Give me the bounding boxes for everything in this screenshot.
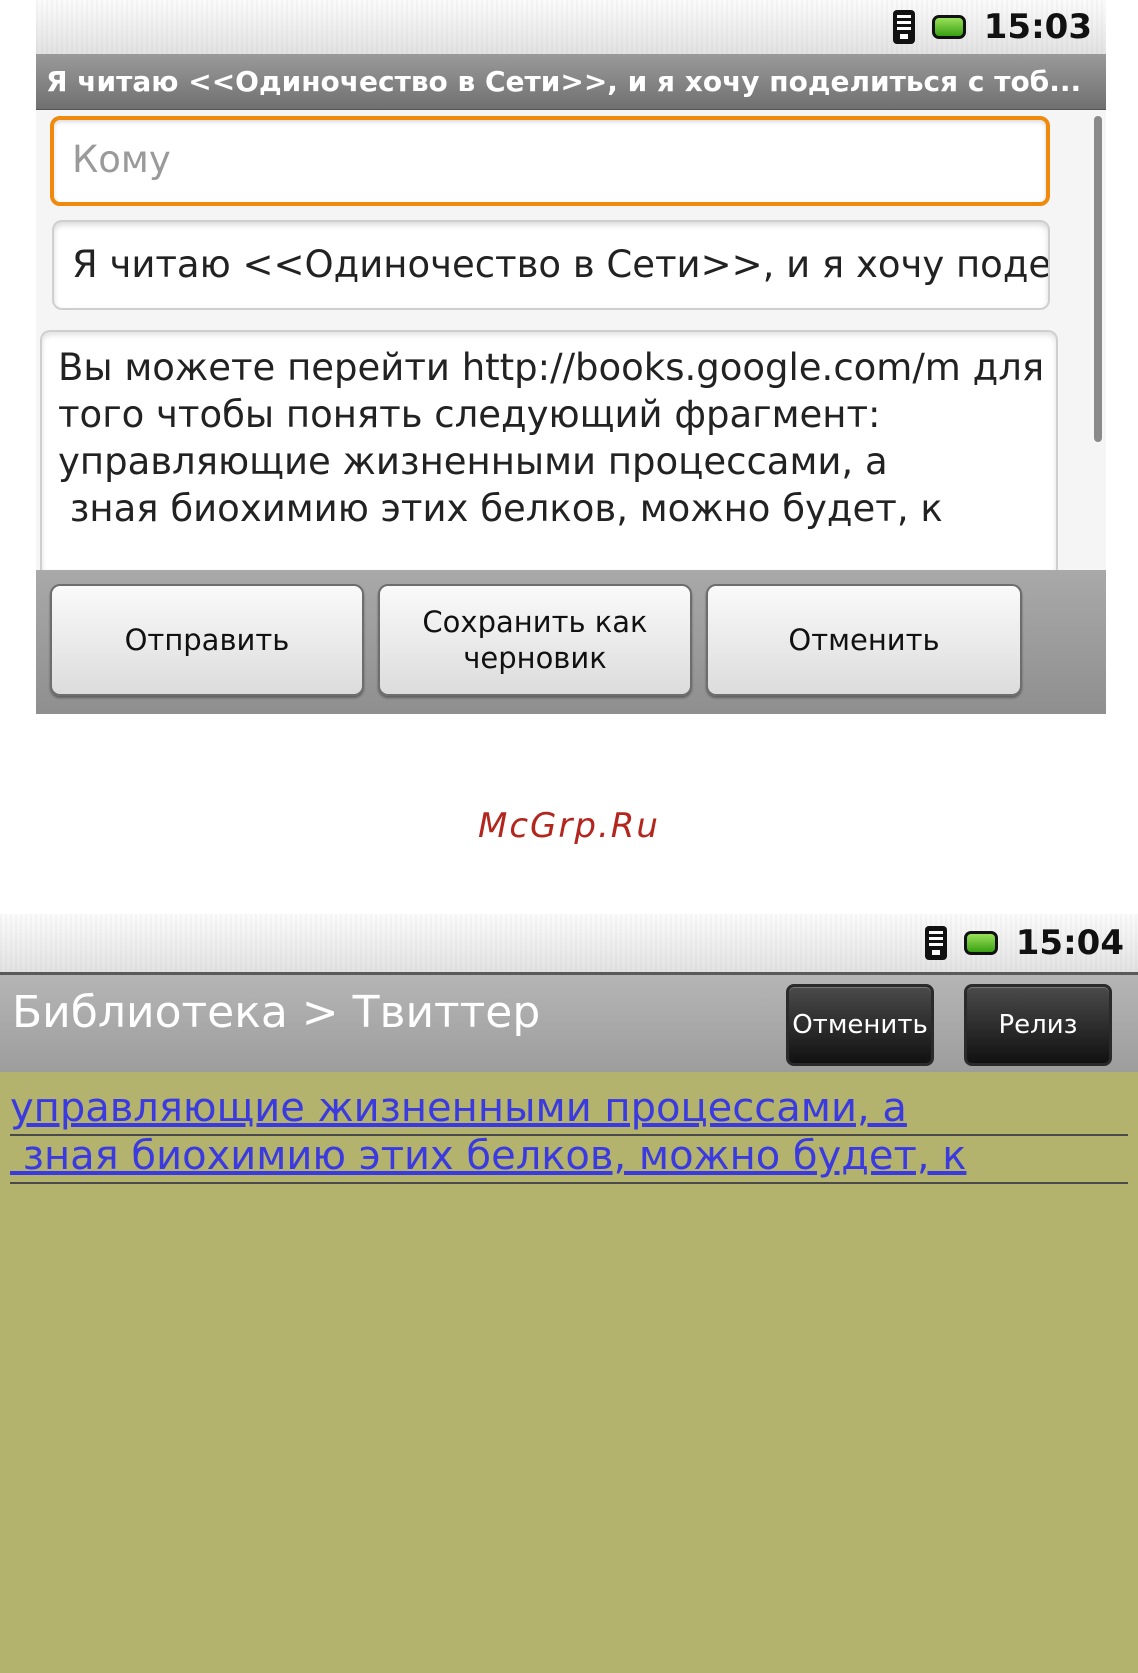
body-line: зная биохимию этих белков, можно будет, … [58, 487, 943, 530]
signal-icon [892, 10, 915, 44]
subject-field[interactable]: Я читаю <<Одиночество в Сети>>, и я хочу… [52, 220, 1050, 310]
compose-title: Я читаю <<Одиночество в Сети>>, и я хочу… [36, 54, 1106, 110]
send-button-label: Отправить [124, 623, 290, 657]
body-line: того чтобы понять следующий фрагмент: [58, 393, 881, 436]
reader-content: управляющие жизненными процессами, а зна… [0, 1072, 1138, 1673]
save-draft-button[interactable]: Сохранить как черновик [378, 584, 692, 696]
battery-icon [931, 15, 966, 39]
scrollbar[interactable] [1094, 116, 1102, 442]
reader-screen: 15:04 Библиотека > Твиттер Отменить Рели… [0, 914, 1138, 1673]
battery-icon [963, 931, 998, 955]
compose-screen: 15:03 Я читаю <<Одиночество в Сети>>, и … [36, 0, 1106, 714]
to-field[interactable]: Кому [50, 116, 1050, 206]
cancel-button-label: Отменить [788, 623, 940, 657]
status-bar: 15:03 [36, 0, 1106, 54]
body-line: Вы можете перейти http://books.google.co… [58, 346, 1045, 389]
message-body-field[interactable]: Вы можете перейти http://books.google.co… [40, 330, 1058, 570]
text-line[interactable]: управляющие жизненными процессами, а [10, 1086, 1128, 1136]
text-line[interactable]: зная биохимию этих белков, можно будет, … [10, 1134, 1128, 1184]
cancel-button[interactable]: Отменить [706, 584, 1022, 696]
status-bar: 15:04 [0, 914, 1138, 972]
status-time: 15:04 [1015, 923, 1124, 963]
cancel-button[interactable]: Отменить [786, 984, 934, 1066]
release-button[interactable]: Релиз [964, 984, 1112, 1066]
breadcrumb: Библиотека > Твиттер [12, 987, 541, 1038]
send-button[interactable]: Отправить [50, 584, 364, 696]
watermark: McGrp.Ru [478, 806, 660, 846]
compose-button-bar: Отправить Сохранить как черновик Отменит… [36, 570, 1106, 714]
compose-form: Кому Я читаю <<Одиночество в Сети>>, и я… [36, 110, 1106, 570]
signal-icon [924, 926, 947, 960]
save-draft-button-label: Сохранить как черновик [422, 605, 648, 675]
status-time: 15:03 [983, 7, 1092, 47]
body-line: управляющие жизненными процессами, а [58, 440, 888, 483]
